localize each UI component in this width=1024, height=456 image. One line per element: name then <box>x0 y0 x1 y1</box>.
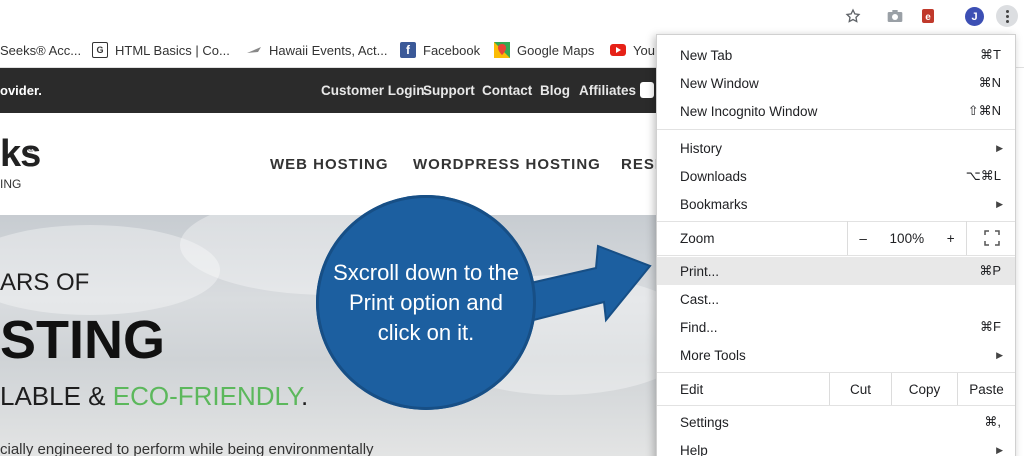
menu-item-find[interactable]: Find... ⌘F <box>657 313 1015 341</box>
menu-label: Find... <box>680 319 718 335</box>
submenu-arrow-icon: ▶ <box>996 142 1003 153</box>
menu-label: Cast... <box>680 291 720 307</box>
menu-label: Settings <box>680 414 729 430</box>
menu-item-new-incognito-window[interactable]: New Incognito Window ⇧⌘N <box>657 97 1015 125</box>
menu-label: Edit <box>680 381 704 397</box>
menu-shortcut: ⌘F <box>980 319 1001 334</box>
menu-divider <box>657 405 1015 406</box>
menu-item-downloads[interactable]: Downloads ⌥⌘L <box>657 162 1015 190</box>
menu-label: New Tab <box>680 47 733 63</box>
menu-label: Print... <box>680 263 720 279</box>
menu-item-new-tab[interactable]: New Tab ⌘T <box>657 41 1015 69</box>
menu-shortcut: ⌘P <box>979 263 1001 278</box>
chrome-main-menu: New Tab ⌘T New Window ⌘N New Incognito W… <box>656 34 1016 456</box>
menu-label: More Tools <box>680 347 746 363</box>
menu-item-cast[interactable]: Cast... <box>657 285 1015 313</box>
menu-shortcut: ⌘, <box>984 414 1001 429</box>
menu-item-new-window[interactable]: New Window ⌘N <box>657 69 1015 97</box>
submenu-arrow-icon: ▶ <box>996 444 1003 455</box>
menu-label: Help <box>680 442 708 456</box>
menu-divider <box>657 129 1015 130</box>
fullscreen-icon[interactable] <box>982 228 1002 248</box>
menu-label: New Incognito Window <box>680 103 818 119</box>
menu-label: History <box>680 140 723 156</box>
cut-button[interactable]: Cut <box>829 373 891 405</box>
menu-label: Bookmarks <box>680 196 748 212</box>
menu-shortcut: ⌘T <box>980 47 1001 62</box>
menu-item-print[interactable]: Print... ⌘P <box>657 257 1015 285</box>
menu-shortcut: ⌥⌘L <box>965 168 1001 183</box>
menu-shortcut: ⌘N <box>978 75 1001 90</box>
copy-button[interactable]: Copy <box>891 373 957 405</box>
paste-button[interactable]: Paste <box>957 373 1015 405</box>
menu-label: Zoom <box>680 230 715 246</box>
menu-item-bookmarks[interactable]: Bookmarks ▶ <box>657 190 1015 218</box>
menu-item-more-tools[interactable]: More Tools ▶ <box>657 341 1015 369</box>
zoom-level: 100% <box>889 230 925 246</box>
zoom-in-button[interactable]: + <box>947 231 955 246</box>
submenu-arrow-icon: ▶ <box>996 198 1003 209</box>
menu-item-settings[interactable]: Settings ⌘, <box>657 408 1015 436</box>
menu-item-history[interactable]: History ▶ <box>657 134 1015 162</box>
zoom-controls: – 100% + <box>847 221 967 255</box>
menu-label: Downloads <box>680 168 747 184</box>
menu-shortcut: ⇧⌘N <box>967 103 1001 118</box>
menu-divider <box>657 255 1015 256</box>
submenu-arrow-icon: ▶ <box>996 349 1003 360</box>
callout-bubble: Sxcroll down to the Print option and cli… <box>316 195 536 410</box>
menu-item-help[interactable]: Help ▶ <box>657 436 1015 456</box>
menu-label: New Window <box>680 75 759 91</box>
zoom-out-button[interactable]: – <box>859 231 867 246</box>
